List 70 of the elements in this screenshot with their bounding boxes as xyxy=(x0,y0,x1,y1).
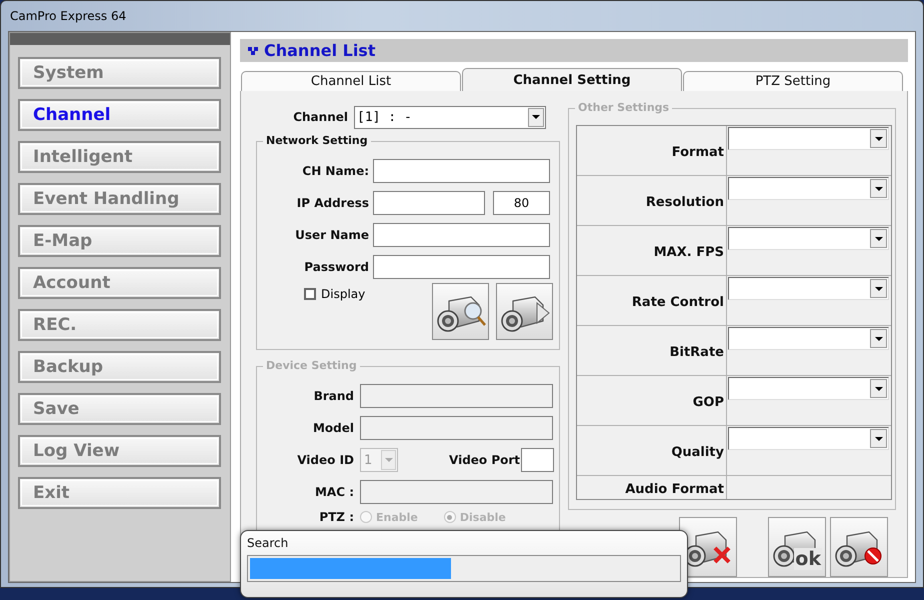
field-label: Video ID xyxy=(296,453,355,467)
setting-label: MAX. FPS xyxy=(577,226,727,275)
field-label: Password xyxy=(303,260,370,274)
search-camera-button[interactable] xyxy=(432,283,489,340)
setting-label: Rate Control xyxy=(577,276,727,325)
video-id-dropdown[interactable]: 1 xyxy=(360,448,398,472)
cancel-camera-button[interactable] xyxy=(830,517,888,577)
sidebar-item[interactable]: Backup xyxy=(18,351,221,383)
input-field[interactable] xyxy=(373,159,550,183)
field-label: Video Port xyxy=(449,453,520,467)
input-field[interactable] xyxy=(373,191,485,215)
input-field[interactable] xyxy=(373,223,550,247)
setting-dropdown[interactable] xyxy=(728,227,889,250)
setting-label: GOP xyxy=(577,376,727,425)
channel-dropdown[interactable]: [1] : - xyxy=(354,106,546,128)
dropdown-arrow-icon xyxy=(874,186,882,190)
setting-label: Audio Format xyxy=(577,476,727,499)
field-label: CH Name: xyxy=(301,164,370,178)
checkbox[interactable] xyxy=(304,288,316,300)
input-field[interactable] xyxy=(521,448,554,472)
grid-icon xyxy=(248,46,258,54)
group-title: Device Setting xyxy=(263,359,360,372)
port-field[interactable]: 80 xyxy=(493,191,550,215)
setting-label: Resolution xyxy=(577,176,727,225)
dropdown-arrow-icon xyxy=(874,286,882,290)
dropdown-arrow-icon xyxy=(874,236,882,240)
panel-title: Channel List xyxy=(264,41,376,60)
field-label: MAC : xyxy=(314,485,355,499)
sidebar-item[interactable]: Intelligent xyxy=(18,141,221,173)
input-field[interactable] xyxy=(373,255,550,279)
sidebar-item[interactable]: Account xyxy=(18,267,221,299)
setting-dropdown[interactable] xyxy=(728,277,889,300)
setting-dropdown[interactable] xyxy=(728,327,889,350)
setting-dropdown[interactable] xyxy=(728,427,889,450)
checkbox-label: Display xyxy=(321,287,366,301)
group-title: Network Setting xyxy=(263,134,371,147)
setting-label: Format xyxy=(577,126,727,175)
sidebar-item[interactable]: Log View xyxy=(18,435,221,467)
dropdown-arrow-icon xyxy=(874,436,882,440)
setting-dropdown[interactable] xyxy=(728,127,889,150)
sidebar-item[interactable]: E-Map xyxy=(18,225,221,257)
group-title: Other Settings xyxy=(575,101,672,114)
sidebar-item[interactable]: Event Handling xyxy=(18,183,221,215)
dialog-title: Search xyxy=(247,536,290,550)
field-label: Model xyxy=(312,421,355,435)
dropdown-arrow-icon xyxy=(384,458,392,462)
sidebar-item[interactable]: Exit xyxy=(18,477,221,509)
field-label: IP Address xyxy=(296,196,370,210)
dropdown-arrow-icon xyxy=(532,115,540,119)
setting-dropdown[interactable] xyxy=(728,177,889,200)
dropdown-arrow-icon xyxy=(874,386,882,390)
dropdown-arrow-icon xyxy=(874,136,882,140)
field-label: PTZ : xyxy=(318,510,355,524)
sidebar-item[interactable]: REC. xyxy=(18,309,221,341)
window-title: CamPro Express 64 xyxy=(10,9,126,23)
tab[interactable]: Channel Setting xyxy=(462,68,682,91)
channel-label: Channel xyxy=(292,110,349,124)
apply-camera-button[interactable] xyxy=(496,283,553,340)
setting-label: BitRate xyxy=(577,326,727,375)
dropdown-arrow-icon xyxy=(874,336,882,340)
setting-dropdown[interactable] xyxy=(728,377,889,400)
ok-button[interactable]: ok xyxy=(768,517,826,577)
setting-label: Quality xyxy=(577,426,727,475)
field-label: User Name xyxy=(294,228,370,242)
field-label: Brand xyxy=(312,389,355,403)
tab[interactable]: Channel List xyxy=(241,71,461,91)
sidebar-item[interactable]: Save xyxy=(18,393,221,425)
sidebar-item[interactable]: System xyxy=(18,57,221,89)
sidebar-item[interactable]: Channel xyxy=(18,99,221,131)
tab[interactable]: PTZ Setting xyxy=(683,71,903,91)
